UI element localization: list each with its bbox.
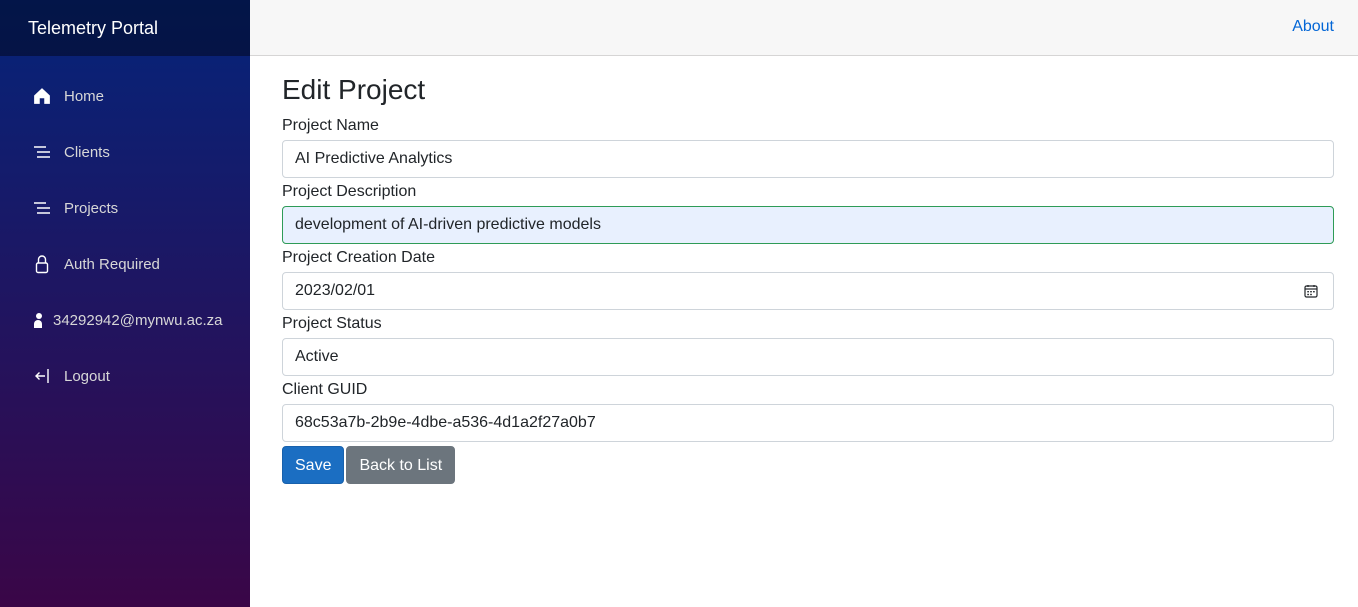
sidebar-item-logout[interactable]: Logout [0,348,250,404]
list-icon [32,198,52,218]
about-link[interactable]: About [1292,18,1334,36]
sidebar-item-user[interactable]: 34292942@mynwu.ac.za [0,292,250,348]
form-actions: Save Back to List [282,446,1334,484]
project-name-label: Project Name [282,117,379,134]
project-name-value: AI Predictive Analytics [295,150,453,167]
project-description-label: Project Description [282,183,417,200]
back-to-list-button[interactable]: Back to List [346,446,456,484]
client-guid-input[interactable]: 68c53a7b-2b9e-4dbe-a536-4d1a2f27a0b7 [282,404,1334,442]
sidebar-item-label: Clients [64,143,110,161]
sidebar-item-label: Logout [64,367,110,385]
sidebar-item-home[interactable]: Home [0,68,250,124]
edit-project-form: Edit Project Project Name AI Predictive … [282,72,1334,484]
logout-icon [32,366,52,386]
client-guid-value: 68c53a7b-2b9e-4dbe-a536-4d1a2f27a0b7 [295,414,596,431]
project-description-value: development of AI-driven predictive mode… [295,216,601,233]
user-icon [32,310,44,330]
home-icon [32,86,52,106]
sidebar-item-label: Projects [64,199,119,217]
sidebar-item-label: Auth Required [64,255,160,273]
project-date-label: Project Creation Date [282,249,435,266]
calendar-icon[interactable] [1304,284,1318,303]
page-title: Edit Project [282,74,426,105]
project-description-input[interactable]: development of AI-driven predictive mode… [282,206,1334,244]
project-date-value: 2023/02/01 [295,282,376,299]
sidebar-item-label: 34292942@mynwu.ac.za [53,311,223,329]
lock-icon [32,254,52,274]
project-status-input[interactable]: Active [282,338,1334,376]
sidebar-item-auth-required[interactable]: Auth Required [0,236,250,292]
list-icon [32,142,52,162]
sidebar-nav: Home Clients Projects Auth Required 3429… [0,56,250,404]
save-button[interactable]: Save [282,446,345,484]
project-status-value: Active [295,348,339,365]
sidebar: Telemetry Portal Home Clients Projects A… [0,0,250,607]
project-name-input[interactable]: AI Predictive Analytics [282,140,1334,178]
sidebar-item-projects[interactable]: Projects [0,180,250,236]
top-bar: About [250,0,1358,56]
sidebar-item-clients[interactable]: Clients [0,124,250,180]
client-guid-label: Client GUID [282,381,368,398]
brand-title[interactable]: Telemetry Portal [0,0,250,56]
project-status-label: Project Status [282,315,382,332]
project-date-input[interactable]: 2023/02/01 [282,272,1334,310]
sidebar-item-label: Home [64,87,105,105]
